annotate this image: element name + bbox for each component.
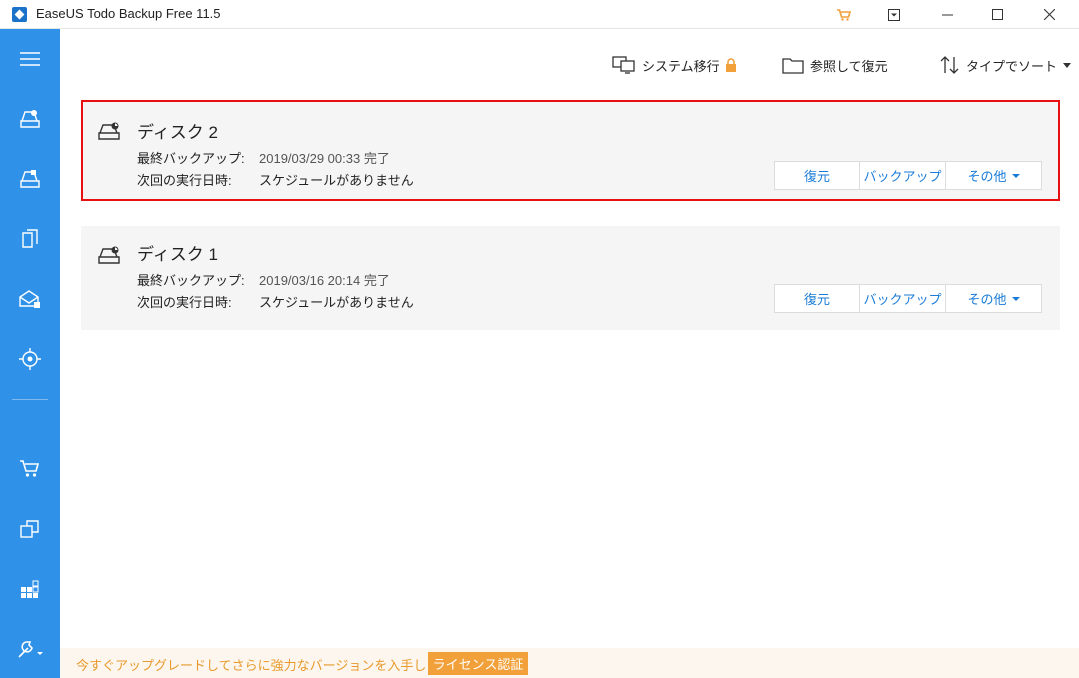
maximize-button[interactable] [974,0,1020,29]
tools-icon[interactable] [0,629,60,669]
license-activation-button[interactable]: ライセンス認証 [428,652,528,675]
smart-backup-icon[interactable] [0,339,60,379]
sort-arrows-icon [940,56,959,74]
backup-task-card[interactable]: ディスク 2 最終バックアップ: 2019/03/29 00:33 完了 次回の… [81,100,1060,201]
more-label: その他 [967,169,1007,184]
window-title: EaseUS Todo Backup Free 11.5 [36,6,221,21]
lock-icon [725,58,736,72]
system-transfer-icon [612,56,635,74]
disk-icon [98,246,120,264]
folder-icon [782,58,804,74]
cart-icon[interactable] [826,0,862,29]
settings-menu-button[interactable] [876,0,912,29]
backup-button[interactable]: バックアップ [860,162,946,189]
task-actions: 復元 バックアップ その他 [774,284,1042,313]
task-title: ディスク 2 [137,123,218,142]
browse-restore-button[interactable]: 参照して復元 [782,52,888,78]
app-logo-icon [12,7,27,22]
chevron-down-icon [1011,296,1020,301]
sidebar-divider [12,399,48,400]
hamburger-menu-icon[interactable] [0,39,60,79]
last-backup-label: 最終バックアップ: [137,273,245,288]
browse-restore-label: 参照して復元 [810,58,888,74]
dropdown-box-icon [888,8,900,21]
last-backup-label: 最終バックアップ: [137,151,245,166]
chevron-down-icon [1063,62,1072,68]
close-button[interactable] [1024,0,1074,29]
next-run-label: 次回の実行日時: [137,173,232,188]
next-run-label: 次回の実行日時: [137,295,232,310]
minimize-button[interactable] [924,0,970,29]
task-title: ディスク 1 [137,245,218,264]
mail-backup-icon[interactable] [0,279,60,319]
sidebar [0,29,60,678]
system-backup-icon[interactable] [0,159,60,199]
clone-icon[interactable] [0,509,60,549]
disk-backup-icon[interactable] [0,99,60,139]
apps-icon[interactable] [0,569,60,609]
sort-by-type-button[interactable]: タイプでソート [940,52,1072,78]
more-label: その他 [967,292,1007,307]
chevron-down-icon [1011,173,1020,178]
restore-button[interactable]: 復元 [775,285,860,312]
sort-label: タイプでソート [966,58,1058,74]
last-backup-value: 2019/03/29 00:33 完了 [259,151,390,166]
file-backup-icon[interactable] [0,219,60,259]
system-transfer-label: システム移行 [642,58,720,74]
more-button[interactable]: その他 [946,285,1041,312]
next-run-value: スケジュールがありません [259,173,414,188]
backup-button[interactable]: バックアップ [860,285,946,312]
more-button[interactable]: その他 [946,162,1041,189]
cart-icon[interactable] [0,449,60,489]
system-transfer-button[interactable]: システム移行 [612,52,743,78]
next-run-value: スケジュールがありません [259,295,414,310]
task-actions: 復元 バックアップ その他 [774,161,1042,190]
last-backup-value: 2019/03/16 20:14 完了 [259,273,390,288]
upgrade-bar: 今すぐアップグレードしてさらに強力なバージョンを入手しましょう。 ライセンス認証 [60,648,1079,678]
title-bar: EaseUS Todo Backup Free 11.5 [0,0,1079,29]
restore-button[interactable]: 復元 [775,162,860,189]
backup-task-card[interactable]: ディスク 1 最終バックアップ: 2019/03/16 20:14 完了 次回の… [81,226,1060,330]
disk-icon [98,122,120,140]
